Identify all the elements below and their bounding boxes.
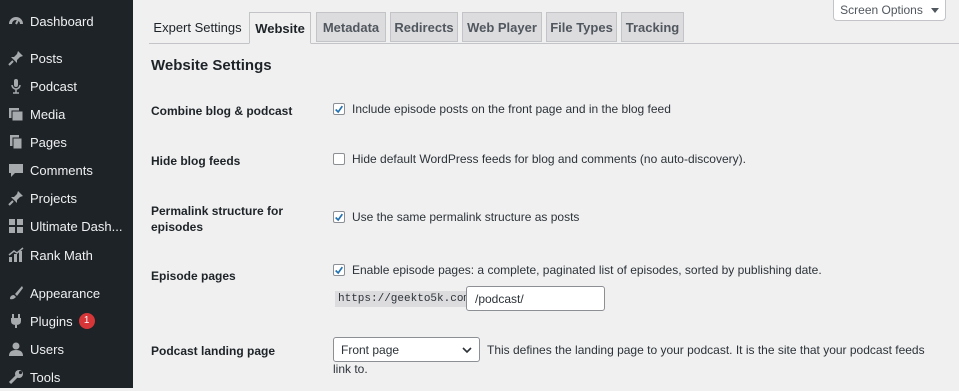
grid-icon <box>6 216 26 236</box>
tab-tracking[interactable]: Tracking <box>621 12 684 42</box>
sidebar-item-label: Tools <box>30 369 61 385</box>
sidebar-item-label: Posts <box>30 50 63 66</box>
sidebar-item-comments[interactable]: Comments <box>0 156 133 184</box>
sidebar-item-label: Users <box>30 341 64 357</box>
sidebar-item-label: Rank Math <box>30 247 93 263</box>
sidebar-item-posts[interactable]: Posts <box>0 44 133 72</box>
pages-icon <box>6 132 26 152</box>
pin-icon <box>6 48 26 68</box>
landing-page-select[interactable]: Front page <box>333 337 480 362</box>
brush-icon <box>6 283 26 303</box>
sidebar-item-media[interactable]: Media <box>0 100 133 128</box>
screen-options-label: Screen Options <box>840 2 923 17</box>
sidebar-item-plugins[interactable]: Plugins 1 <box>0 307 133 335</box>
plug-icon <box>6 311 26 331</box>
checkmark-icon <box>335 213 344 221</box>
sidebar-item-tools[interactable]: Tools <box>0 363 133 391</box>
comment-icon <box>6 160 26 180</box>
permalink-label: Permalink structure for episodes <box>151 204 284 234</box>
episode-pages-label: Episode pages <box>151 269 236 283</box>
caret-down-icon <box>930 3 939 17</box>
combine-label: Combine blog & podcast <box>151 104 293 118</box>
tab-website[interactable]: Website <box>249 12 311 44</box>
sidebar-item-label: Comments <box>30 162 93 178</box>
sidebar-item-pages[interactable]: Pages <box>0 128 133 156</box>
hide-feeds-checkbox-label: Hide default WordPress feeds for blog an… <box>352 152 746 166</box>
episode-pages-checkbox[interactable] <box>333 264 345 276</box>
episode-pages-option: Enable episode pages: a complete, pagina… <box>333 263 822 277</box>
sidebar-item-podcast[interactable]: Podcast <box>0 72 133 100</box>
sidebar-item-projects[interactable]: Projects <box>0 184 133 212</box>
tab-label: Tracking <box>625 19 680 35</box>
tab-metadata[interactable]: Metadata <box>316 12 386 42</box>
sidebar-item-label: Appearance <box>30 285 101 301</box>
hide-feeds-option: Hide default WordPress feeds for blog an… <box>333 152 746 166</box>
url-prefix: https://geekto5k.com <box>335 291 474 307</box>
checkmark-icon <box>335 266 344 274</box>
sidebar-item-label: Plugins <box>30 313 73 329</box>
tab-label: Website <box>255 20 305 36</box>
microphone-icon <box>6 76 26 96</box>
media-icon <box>6 104 26 124</box>
checkmark-icon <box>335 105 344 113</box>
admin-sidebar: Dashboard Posts Podcast Media Pages Comm… <box>0 0 133 388</box>
hide-feeds-checkbox[interactable] <box>333 153 345 165</box>
tab-file-types[interactable]: File Types <box>546 12 617 42</box>
pin-icon <box>6 188 26 208</box>
landing-page-label: Podcast landing page <box>151 344 276 358</box>
tab-redirects[interactable]: Redirects <box>390 12 458 42</box>
wrench-icon <box>6 367 26 387</box>
sidebar-item-label: Media <box>30 106 66 122</box>
dashboard-icon <box>6 11 26 31</box>
permalink-checkbox-label: Use the same permalink structure as post… <box>352 210 580 224</box>
chart-icon <box>6 245 26 265</box>
landing-page-selected: Front page <box>341 342 400 357</box>
tab-label: Web Player <box>467 19 537 35</box>
sidebar-item-appearance[interactable]: Appearance <box>0 279 133 307</box>
page-title: Website Settings <box>151 57 272 74</box>
tab-web-player[interactable]: Web Player <box>462 12 542 42</box>
tab-label: Redirects <box>394 19 454 35</box>
combine-checkbox[interactable] <box>333 103 345 115</box>
hide-feeds-label: Hide blog feeds <box>151 154 241 168</box>
tab-label: Metadata <box>322 19 380 35</box>
combine-option: Include episode posts on the front page … <box>333 102 671 116</box>
permalink-checkbox[interactable] <box>333 211 345 223</box>
sidebar-item-label: Ultimate Dash... <box>30 218 123 234</box>
update-count-badge: 1 <box>78 313 95 329</box>
tab-expert-settings[interactable]: Expert Settings <box>149 12 246 42</box>
chevron-down-icon <box>461 344 473 359</box>
sidebar-item-ultimate-dashboard[interactable]: Ultimate Dash... <box>0 212 133 240</box>
user-icon <box>6 339 26 359</box>
episode-pages-checkbox-label: Enable episode pages: a complete, pagina… <box>352 263 822 277</box>
tab-label: Expert Settings <box>153 19 242 35</box>
sidebar-item-label: Dashboard <box>30 13 94 29</box>
sidebar-item-users[interactable]: Users <box>0 335 133 363</box>
episode-slug-input[interactable] <box>466 286 605 311</box>
sidebar-item-label: Projects <box>30 190 77 206</box>
sidebar-item-dashboard[interactable]: Dashboard <box>0 7 133 35</box>
combine-checkbox-label: Include episode posts on the front page … <box>352 102 671 116</box>
tab-label: File Types <box>550 19 613 35</box>
sidebar-item-label: Podcast <box>30 78 77 94</box>
permalink-option: Use the same permalink structure as post… <box>333 210 579 224</box>
sidebar-item-label: Pages <box>30 134 67 150</box>
screen-options-button[interactable]: Screen Options <box>833 0 946 21</box>
sidebar-item-rank-math[interactable]: Rank Math <box>0 241 133 269</box>
